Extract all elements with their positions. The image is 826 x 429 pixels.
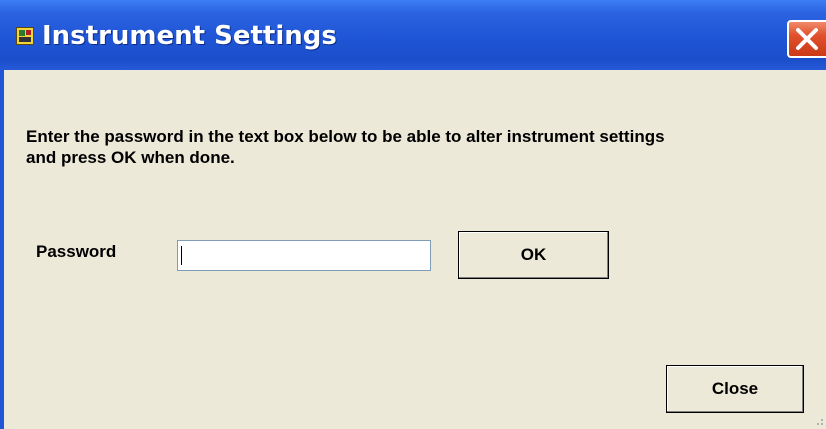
title-bar[interactable]: Instrument Settings	[0, 0, 826, 70]
text-caret	[181, 246, 182, 265]
resize-grip-icon[interactable]	[812, 414, 824, 426]
ok-button[interactable]: OK	[458, 231, 609, 279]
close-x-glyph	[796, 28, 818, 50]
instrument-app-icon	[16, 27, 34, 45]
password-input[interactable]	[177, 240, 431, 271]
window-title: Instrument Settings	[42, 21, 337, 51]
instrument-settings-window: Instrument Settings Enter the password i…	[0, 0, 826, 429]
instructions-text: Enter the password in the text box below…	[26, 127, 665, 167]
close-button[interactable]: Close	[666, 365, 804, 413]
close-x-icon[interactable]	[787, 20, 826, 58]
password-label: Password	[36, 242, 117, 261]
